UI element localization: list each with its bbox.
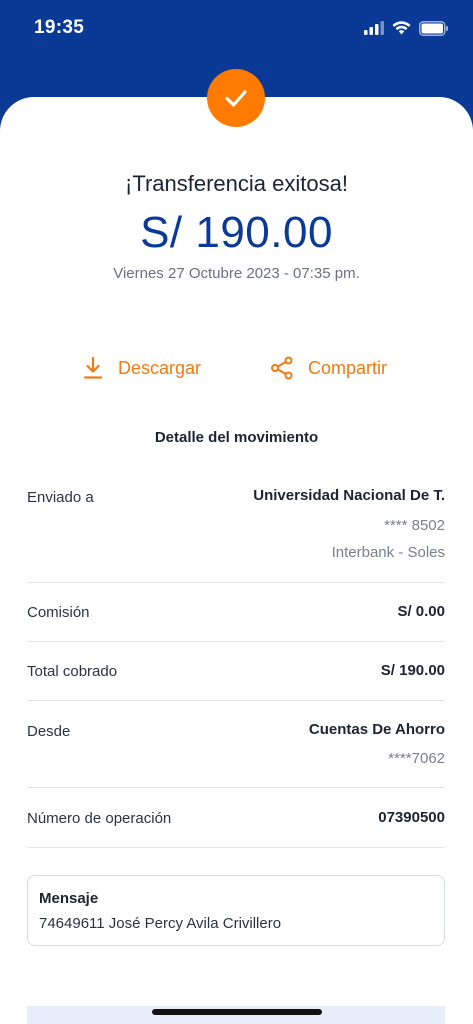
from-account-type: Cuentas De Ahorro <box>308 721 445 738</box>
total-row: Total cobrado S/ 190.00 <box>27 642 445 701</box>
download-button[interactable]: Descargar <box>82 352 201 384</box>
success-badge <box>207 69 265 127</box>
download-label: Descargar <box>118 357 202 378</box>
operation-label: Número de operación <box>27 810 172 827</box>
battery-icon <box>419 20 448 36</box>
recipient-account: **** 8502 <box>384 517 445 534</box>
message-box: Mensaje 74649611 José Percy Avila Crivil… <box>27 875 445 946</box>
recipient-bank: Interbank - Soles <box>331 544 445 561</box>
operation-number: 07390500 <box>378 809 445 826</box>
sent-to-label: Enviado a <box>27 489 94 506</box>
message-label: Mensaje <box>39 890 99 907</box>
total-value: S/ 190.00 <box>380 662 445 679</box>
download-icon <box>83 356 103 379</box>
total-label: Total cobrado <box>27 663 118 680</box>
from-account-number: ****7062 <box>388 750 445 767</box>
detail-section-title: Detalle del movimiento <box>154 429 319 446</box>
share-label: Compartir <box>308 357 388 378</box>
share-button[interactable]: Compartir <box>270 352 387 384</box>
operation-row: Número de operación 07390500 <box>27 788 445 848</box>
checkmark-icon <box>225 90 247 107</box>
commission-row: Comisión S/ 0.00 <box>27 583 445 642</box>
home-indicator[interactable] <box>152 1009 322 1015</box>
recipient-name: Universidad Nacional De T. <box>253 487 445 504</box>
sent-to-row: Enviado a Universidad Nacional De T. ***… <box>27 475 445 583</box>
commission-label: Comisión <box>27 604 90 621</box>
message-text: 74649611 José Percy Avila Crivillero <box>39 915 282 932</box>
share-icon <box>271 356 293 380</box>
transfer-amount: S/ 190.00 <box>140 208 333 257</box>
success-title: ¡Transferencia exitosa! <box>125 171 348 196</box>
signal-icon <box>364 21 384 35</box>
transfer-date: Viernes 27 Octubre 2023 - 07:35 pm. <box>113 265 360 282</box>
from-label: Desde <box>27 723 71 740</box>
commission-value: S/ 0.00 <box>397 603 445 620</box>
status-icons <box>364 20 449 36</box>
wifi-icon <box>392 21 411 35</box>
status-time: 19:35 <box>34 17 85 38</box>
from-row: Desde Cuentas De Ahorro ****7062 <box>27 701 445 788</box>
status-bar: 19:35 <box>0 0 473 56</box>
